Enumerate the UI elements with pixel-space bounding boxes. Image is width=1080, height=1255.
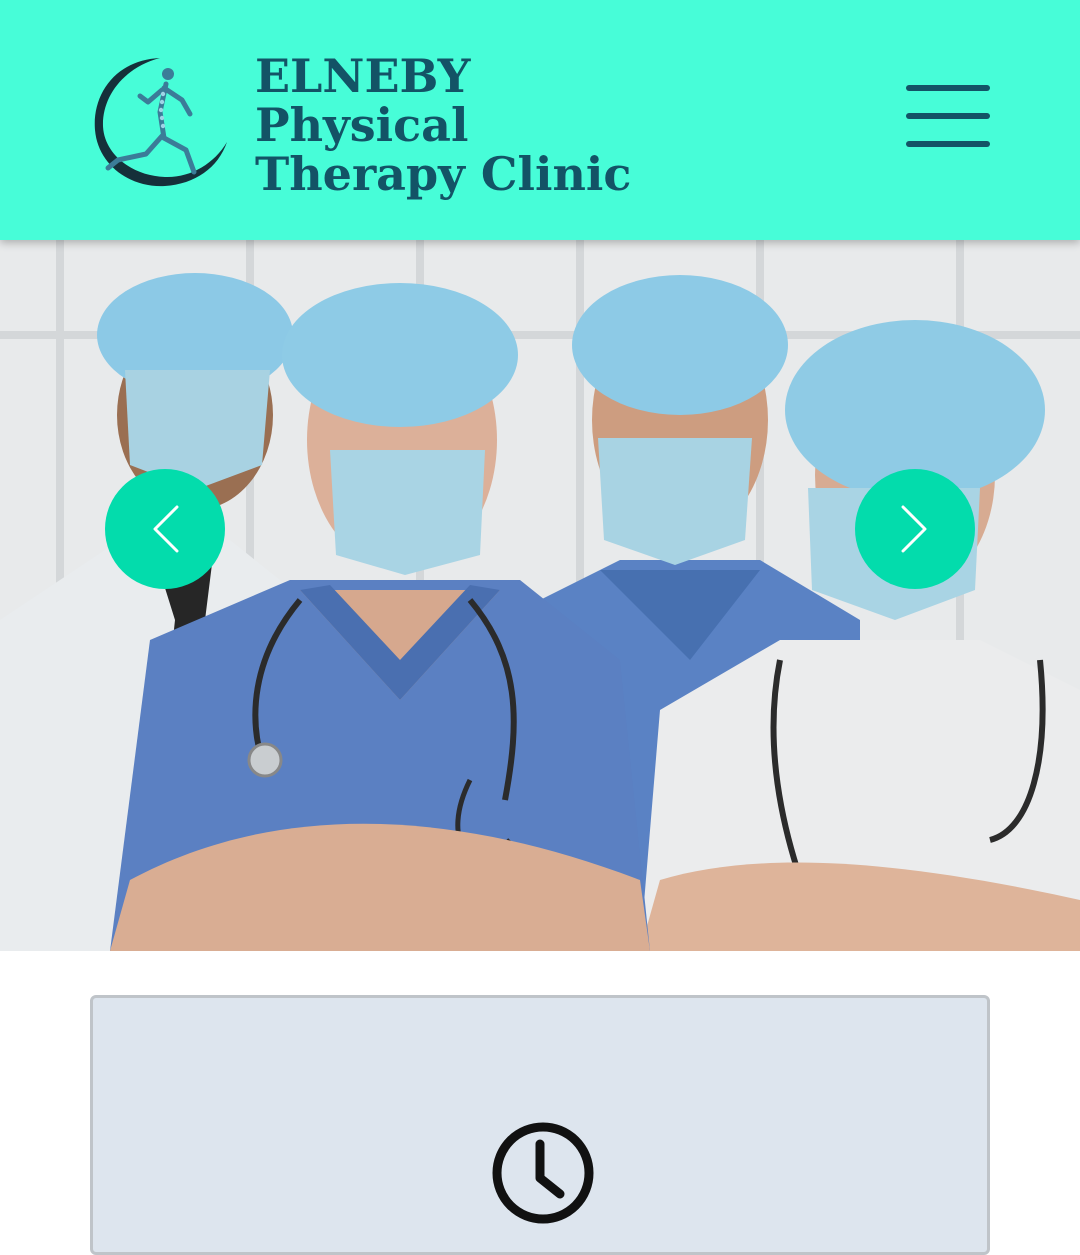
clinic-name[interactable]: ELNEBY Physical Therapy Clinic — [255, 52, 631, 199]
hero-carousel — [0, 240, 1080, 951]
carousel-next-button[interactable] — [855, 469, 975, 589]
medical-team-photo — [0, 240, 1080, 951]
opening-hours-card — [90, 995, 990, 1255]
clinic-name-line-2: Physical — [255, 98, 469, 152]
menu-bar-middle — [906, 113, 990, 119]
hamburger-menu-icon[interactable] — [900, 82, 996, 152]
chevron-right-icon — [901, 505, 927, 553]
clinic-logo[interactable] — [90, 50, 235, 190]
site-header: ELNEBY Physical Therapy Clinic — [0, 0, 1080, 240]
clinic-name-line-1: ELNEBY — [255, 49, 471, 103]
runner-spine-logo-icon — [94, 58, 227, 187]
carousel-prev-button[interactable] — [105, 469, 225, 589]
menu-bar-top — [906, 85, 990, 91]
menu-bar-bottom — [906, 141, 990, 147]
chevron-left-icon — [153, 505, 179, 553]
clinic-name-line-3: Therapy Clinic — [255, 147, 632, 201]
clock-icon — [490, 1120, 596, 1226]
